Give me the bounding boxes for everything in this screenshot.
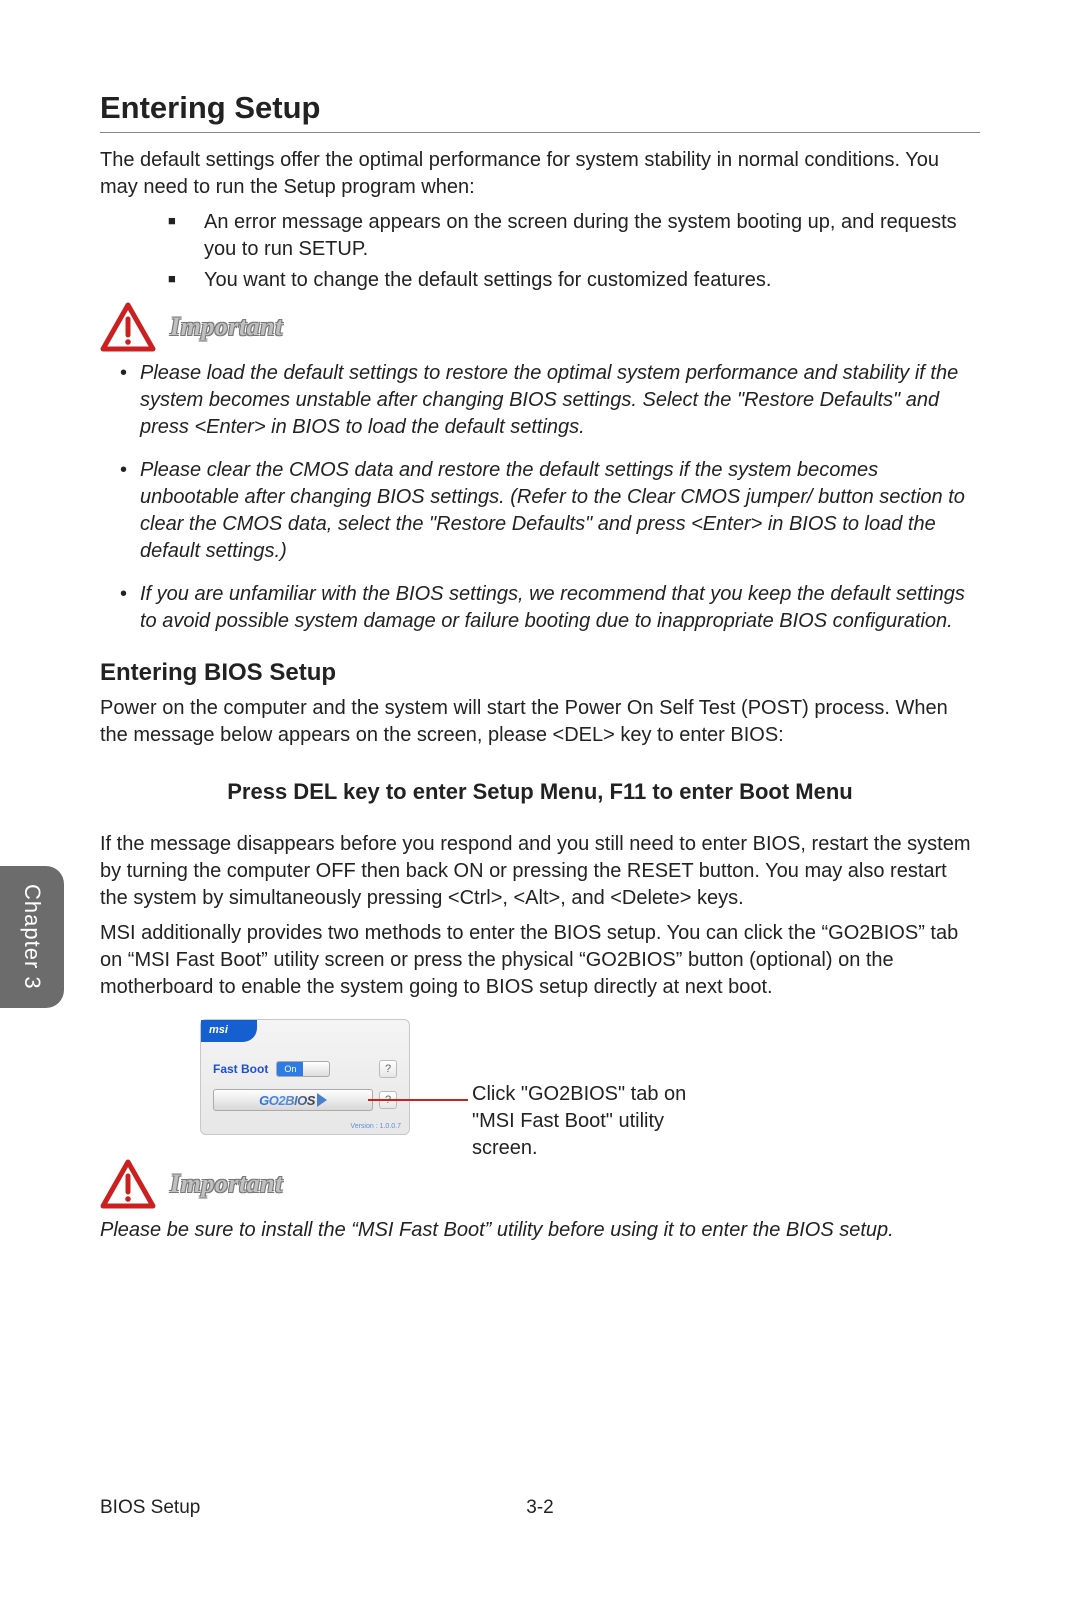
chapter-tab: Chapter 3: [0, 866, 64, 1008]
important-heading-1: Important: [100, 302, 980, 352]
footer-page-number: 3-2: [526, 1497, 553, 1519]
important-label: Important: [170, 1169, 283, 1199]
important-label: Important: [170, 312, 283, 342]
if-disappears-paragraph: If the message disappears before you res…: [100, 831, 980, 912]
fastboot-row: Fast Boot On ?: [213, 1058, 397, 1080]
page-title: Entering Setup: [100, 90, 980, 126]
version-label: Version : 1.0.0.7: [350, 1123, 401, 1130]
msi-fastboot-window: msi Fast Boot On ? GO2BIOS ? Version : 1…: [200, 1019, 410, 1135]
footer-section-title: BIOS Setup: [100, 1497, 200, 1519]
help-button[interactable]: ?: [379, 1060, 397, 1078]
msi-fastboot-figure: msi Fast Boot On ? GO2BIOS ? Version : 1…: [100, 1019, 980, 1149]
callout-line: [368, 1099, 468, 1101]
warning-triangle-icon: [100, 1159, 156, 1209]
toggle-off-segment: [303, 1062, 329, 1076]
power-on-paragraph: Power on the computer and the system wil…: [100, 695, 980, 749]
important-2-note: Please be sure to install the “MSI Fast …: [100, 1217, 980, 1244]
fastboot-toggle[interactable]: On: [276, 1061, 330, 1077]
warning-triangle-icon: [100, 302, 156, 352]
bullet-item: You want to change the default settings …: [168, 267, 980, 294]
heading-rule: [100, 132, 980, 133]
msi-brand-tab: msi: [201, 1020, 257, 1042]
sub-heading-entering-bios: Entering BIOS Setup: [100, 659, 980, 687]
important-notes-1: Please load the default settings to rest…: [100, 360, 980, 635]
note-item: If you are unfamiliar with the BIOS sett…: [120, 581, 980, 635]
important-heading-2: Important: [100, 1159, 980, 1209]
intro-paragraph: The default settings offer the optimal p…: [100, 147, 980, 201]
fastboot-label: Fast Boot: [213, 1062, 268, 1076]
bullet-item: An error message appears on the screen d…: [168, 209, 980, 263]
note-item: Please load the default settings to rest…: [120, 360, 980, 441]
note-item: Please clear the CMOS data and restore t…: [120, 457, 980, 565]
toggle-on-label: On: [277, 1062, 303, 1076]
callout-text: Click "GO2BIOS" tab on "MSI Fast Boot" u…: [472, 1081, 732, 1162]
msi-methods-paragraph: MSI additionally provides two methods to…: [100, 920, 980, 1001]
press-del-message: Press DEL key to enter Setup Menu, F11 t…: [100, 779, 980, 805]
go2bios-label: GO2BIOS: [259, 1093, 315, 1108]
intro-bullets: An error message appears on the screen d…: [100, 209, 980, 294]
page-footer: BIOS Setup 3-2: [100, 1497, 980, 1519]
page-content: Entering Setup The default settings offe…: [0, 0, 1080, 1304]
chapter-tab-label: Chapter 3: [19, 884, 45, 990]
go2bios-button[interactable]: GO2BIOS: [213, 1089, 373, 1111]
arrow-right-icon: [317, 1093, 327, 1107]
